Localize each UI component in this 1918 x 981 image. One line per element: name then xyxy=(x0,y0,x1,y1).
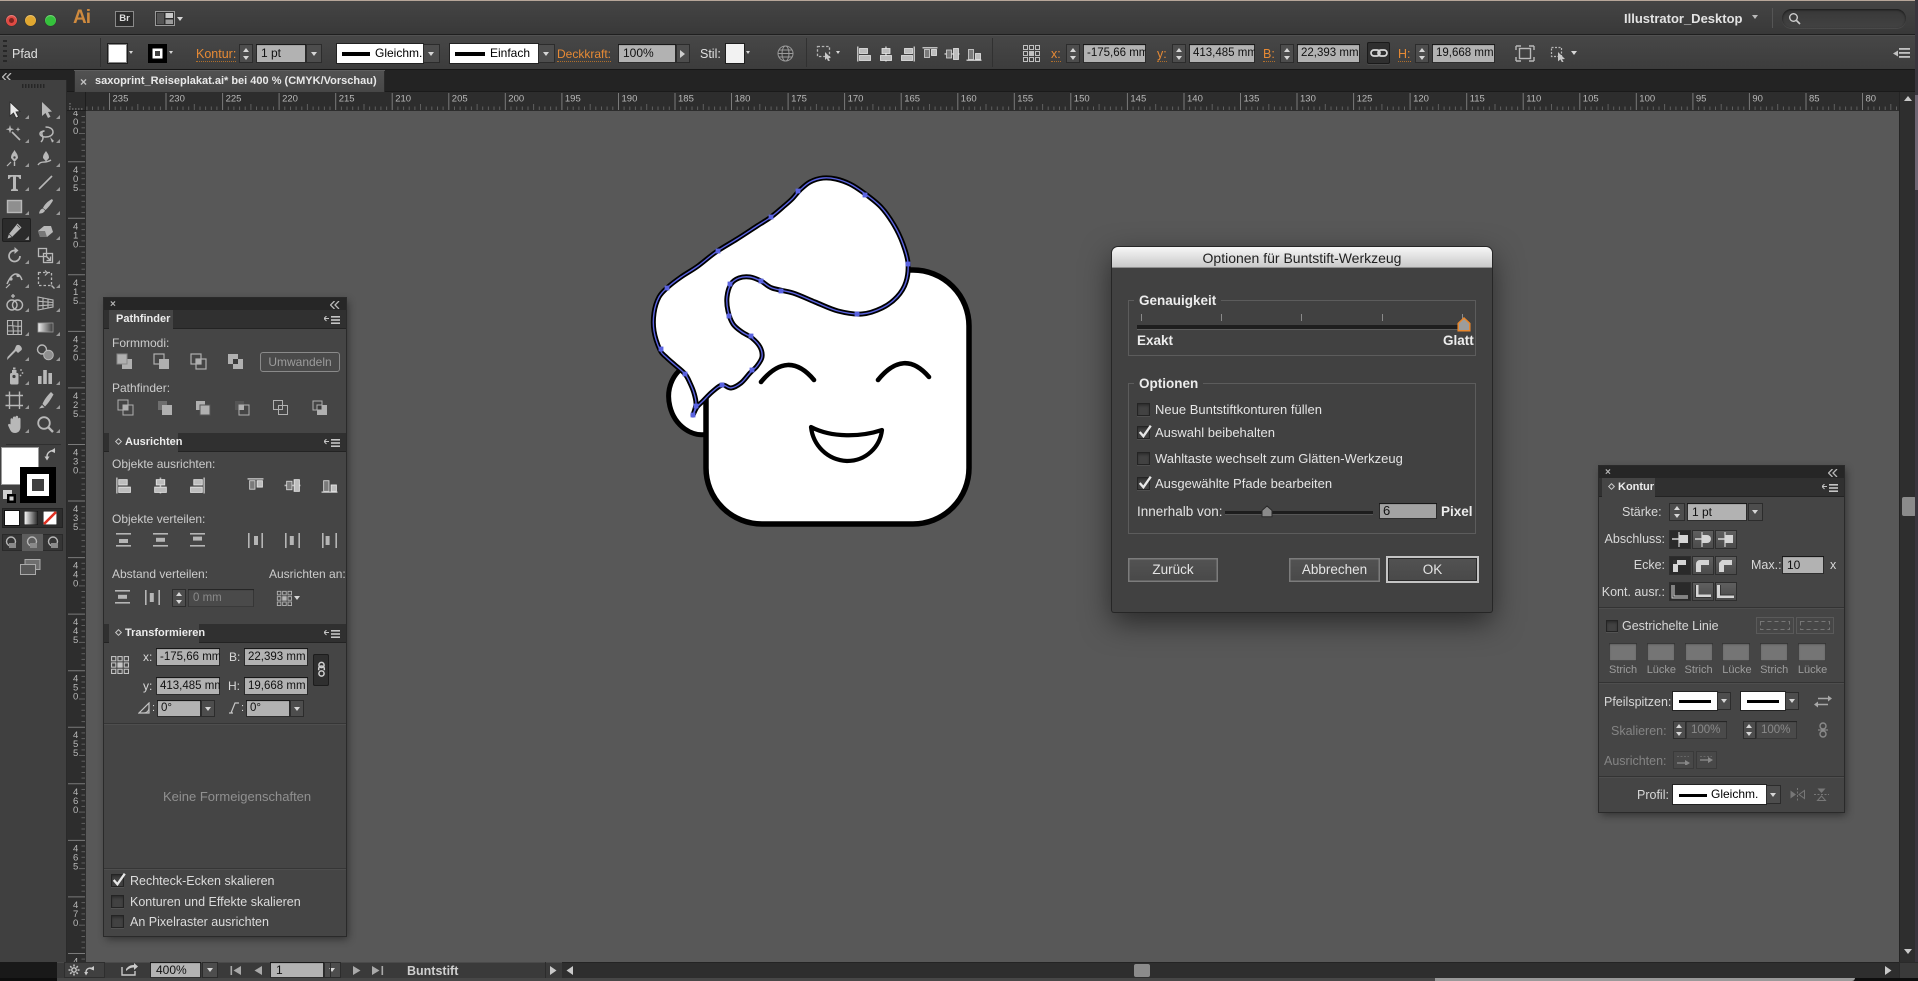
svg-text:235: 235 xyxy=(113,94,129,105)
svg-text:160: 160 xyxy=(961,94,977,105)
svg-text:175: 175 xyxy=(791,94,807,105)
svg-text:0: 0 xyxy=(73,466,78,477)
svg-text:100: 100 xyxy=(1639,94,1655,105)
svg-text:0: 0 xyxy=(73,579,78,590)
svg-text:230: 230 xyxy=(169,94,185,105)
svg-text:130: 130 xyxy=(1300,94,1316,105)
svg-text:0: 0 xyxy=(73,918,78,929)
svg-text:5: 5 xyxy=(73,409,78,420)
svg-text:115: 115 xyxy=(1470,94,1485,105)
svg-text:5: 5 xyxy=(73,296,78,307)
svg-text:145: 145 xyxy=(1130,94,1146,105)
svg-text:85: 85 xyxy=(1809,94,1820,105)
svg-text:95: 95 xyxy=(1696,94,1707,105)
svg-text:80: 80 xyxy=(1866,94,1877,105)
svg-text:0: 0 xyxy=(73,805,78,816)
svg-text:150: 150 xyxy=(1074,94,1090,105)
svg-text:5: 5 xyxy=(73,861,78,872)
svg-text:0: 0 xyxy=(73,126,78,137)
svg-text:105: 105 xyxy=(1583,94,1599,105)
svg-text:0: 0 xyxy=(73,692,78,703)
svg-text:170: 170 xyxy=(848,94,864,105)
svg-text:210: 210 xyxy=(395,94,411,105)
svg-text:225: 225 xyxy=(226,94,242,105)
svg-text:215: 215 xyxy=(339,94,355,105)
svg-text:0: 0 xyxy=(73,239,78,250)
svg-text:5: 5 xyxy=(73,183,78,194)
svg-text:90: 90 xyxy=(1752,94,1763,105)
svg-text:120: 120 xyxy=(1413,94,1429,105)
svg-text:180: 180 xyxy=(735,94,751,105)
svg-text:0: 0 xyxy=(73,352,78,363)
svg-text:200: 200 xyxy=(508,94,524,105)
svg-text:155: 155 xyxy=(1017,94,1033,105)
svg-text:220: 220 xyxy=(282,94,298,105)
svg-text:195: 195 xyxy=(565,94,581,105)
svg-text:205: 205 xyxy=(452,94,468,105)
svg-text:135: 135 xyxy=(1244,94,1260,105)
svg-text:125: 125 xyxy=(1357,94,1373,105)
svg-text:140: 140 xyxy=(1187,94,1203,105)
svg-text:5: 5 xyxy=(73,635,78,646)
svg-text:190: 190 xyxy=(622,94,638,105)
svg-text:110: 110 xyxy=(1526,94,1541,105)
svg-text:5: 5 xyxy=(73,522,78,533)
svg-text:5: 5 xyxy=(73,748,78,759)
svg-text:185: 185 xyxy=(678,94,694,105)
svg-text:165: 165 xyxy=(904,94,920,105)
